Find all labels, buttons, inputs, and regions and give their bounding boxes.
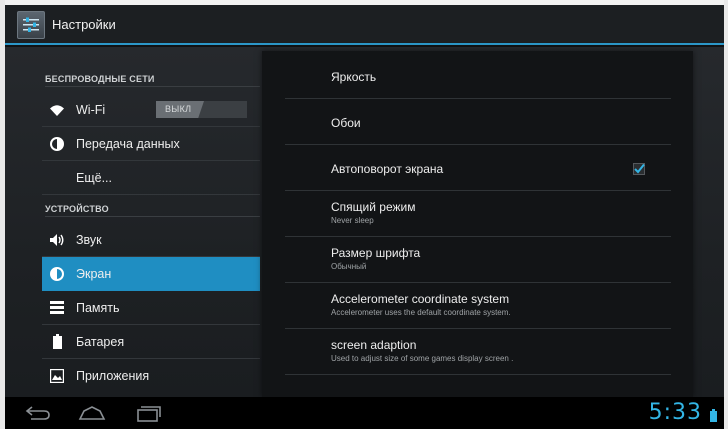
pref-brightness[interactable]: Яркость — [285, 53, 671, 99]
pref-font-size[interactable]: Размер шрифта Обычный — [285, 237, 671, 283]
back-icon — [25, 406, 50, 420]
wifi-icon — [49, 102, 65, 118]
pref-wallpaper[interactable]: Обои — [285, 99, 671, 145]
sidebar-item-sound[interactable]: Звук — [42, 223, 260, 257]
pref-summary: Accelerometer uses the default coordinat… — [331, 308, 511, 317]
settings-app-icon[interactable] — [17, 11, 45, 39]
category-header-device: УСТРОЙСТВО — [45, 193, 260, 217]
pref-title: Обои — [331, 116, 361, 130]
toggle-state-label: ВЫКЛ — [165, 104, 192, 114]
sidebar-item-display[interactable]: Экран — [42, 257, 260, 291]
display-settings-pane: Яркость Обои Автоповорот экрана Спящий р… — [262, 51, 693, 397]
pref-summary: Used to adjust size of some games displa… — [331, 354, 514, 363]
pref-title: Спящий режим — [331, 200, 416, 214]
sidebar-item-label: Ещё... — [76, 170, 112, 185]
clock[interactable]: 5:33 — [649, 400, 702, 425]
storage-icon — [49, 300, 65, 316]
screen-frame-right — [724, 0, 728, 429]
home-icon — [78, 406, 106, 420]
wifi-toggle[interactable]: ВЫКЛ — [156, 101, 247, 118]
pref-sleep[interactable]: Спящий режим Never sleep — [285, 191, 671, 237]
battery-status-icon[interactable] — [710, 409, 717, 422]
pref-screen-adaption[interactable]: screen adaption Used to adjust size of s… — [285, 329, 671, 375]
display-icon — [49, 266, 65, 282]
sidebar-item-label: Экран — [76, 266, 112, 281]
pref-summary: Never sleep — [331, 216, 374, 225]
sidebar-item-label: Память — [76, 300, 120, 315]
system-bar: 5:33 — [5, 397, 724, 429]
page-title: Настройки — [52, 17, 116, 32]
sound-icon — [49, 232, 65, 248]
sidebar-item-label: Передача данных — [76, 136, 180, 151]
pref-accelerometer[interactable]: Accelerometer coordinate system Accelero… — [285, 283, 671, 329]
sidebar-item-label: Звук — [76, 232, 102, 247]
pref-title: screen adaption — [331, 338, 417, 352]
action-bar: Настройки — [5, 5, 724, 45]
apps-icon — [49, 368, 65, 384]
sidebar-item-label: Приложения — [76, 369, 150, 383]
sidebar-item-more[interactable]: Ещё... — [42, 161, 260, 195]
pref-title: Автоповорот экрана — [331, 162, 444, 176]
sidebar-item-label: Wi-Fi — [76, 102, 106, 117]
sidebar-item-label: Батарея — [76, 334, 125, 349]
settings-sidebar: БЕСПРОВОДНЫЕ СЕТИ Wi-Fi ВЫКЛ Передача да… — [42, 63, 260, 397]
recent-apps-button[interactable] — [136, 405, 162, 427]
pref-summary: Обычный — [331, 262, 367, 271]
pref-title: Accelerometer coordinate system — [331, 292, 510, 306]
sidebar-item-wifi[interactable]: Wi-Fi ВЫКЛ — [42, 93, 260, 127]
data-usage-icon — [49, 136, 65, 152]
sidebar-item-storage[interactable]: Память — [42, 291, 260, 325]
settings-content: БЕСПРОВОДНЫЕ СЕТИ Wi-Fi ВЫКЛ Передача да… — [5, 47, 724, 397]
sidebar-item-apps[interactable]: Приложения — [42, 359, 260, 393]
battery-icon — [49, 334, 65, 350]
category-header-wireless: БЕСПРОВОДНЫЕ СЕТИ — [45, 63, 260, 87]
home-button[interactable] — [78, 405, 106, 426]
auto-rotate-checkbox[interactable] — [633, 162, 645, 175]
pref-title: Размер шрифта — [331, 246, 421, 260]
back-button[interactable] — [25, 405, 51, 426]
sidebar-item-data-usage[interactable]: Передача данных — [42, 127, 260, 161]
sidebar-item-battery[interactable]: Батарея — [42, 325, 260, 359]
recent-apps-icon — [137, 406, 161, 422]
pref-auto-rotate[interactable]: Автоповорот экрана — [285, 145, 671, 191]
pref-title: Яркость — [331, 70, 377, 84]
